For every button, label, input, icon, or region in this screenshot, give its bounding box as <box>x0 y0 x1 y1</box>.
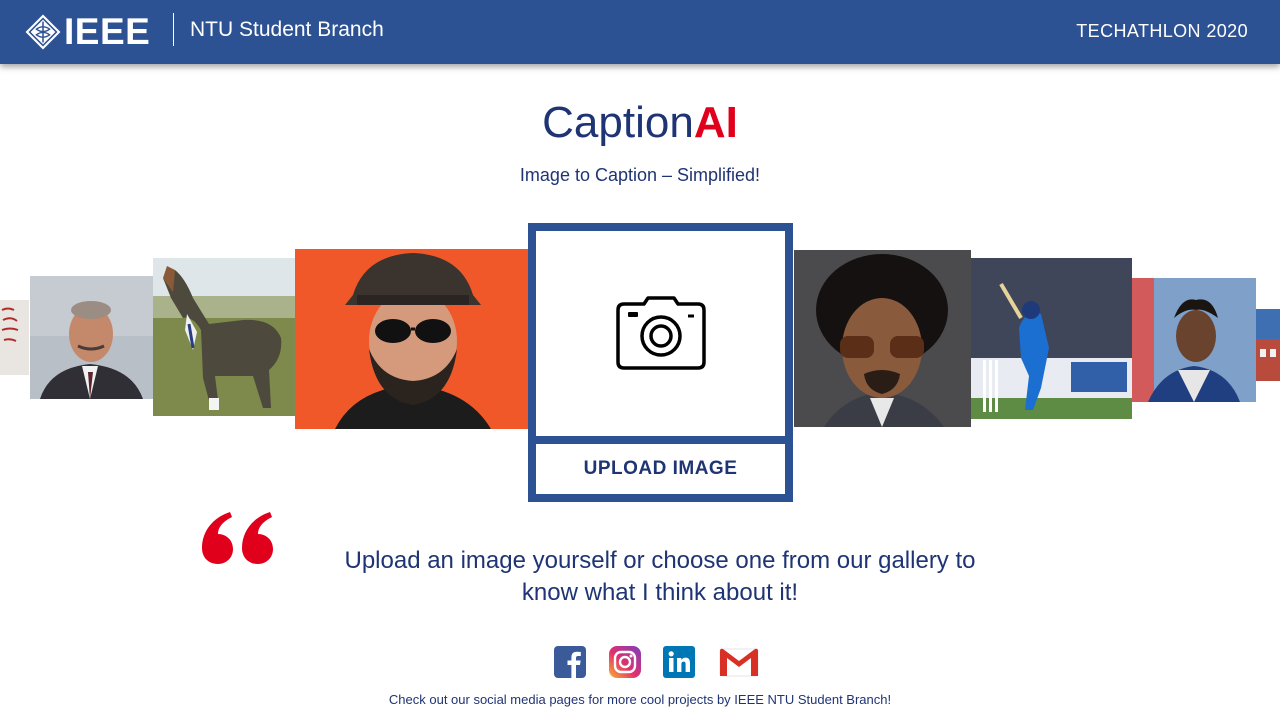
footer-text: Check out our social media pages for mor… <box>388 692 892 707</box>
man-with-afro-sunglasses-photo[interactable] <box>794 250 971 427</box>
tagline-line-1: Upload an image yourself or choose one f… <box>344 547 976 574</box>
title-caption: Caption <box>542 98 694 147</box>
linkedin-icon[interactable] <box>663 646 695 678</box>
page-title: CaptionAI <box>0 98 1280 148</box>
tagline: Upload an image yourself or choose one f… <box>320 545 1000 609</box>
man-in-jacket-portrait[interactable] <box>1132 278 1256 402</box>
facebook-icon[interactable] <box>554 646 586 678</box>
title-ai: AI <box>693 98 738 147</box>
branch-name: NTU Student Branch <box>190 18 384 41</box>
header-bar: IEEE NTU Student Branch TECHATHLON 2020 <box>0 0 1280 64</box>
graffiti-wall-photo[interactable] <box>0 300 29 375</box>
quote-mark-icon <box>202 512 273 564</box>
bearded-man-sunglasses-photo[interactable] <box>295 249 528 429</box>
gmail-icon[interactable] <box>719 646 759 678</box>
instagram-icon[interactable] <box>609 646 641 678</box>
ieee-logo[interactable]: IEEE <box>24 11 151 52</box>
upload-image-button[interactable]: UPLOAD IMAGE <box>536 444 785 494</box>
header-divider <box>173 13 174 46</box>
page-subtitle: Image to Caption – Simplified! <box>519 165 761 185</box>
tagline-line-2: know what I think about it! <box>521 579 799 606</box>
ieee-logo-text: IEEE <box>64 11 151 52</box>
camera-icon <box>615 295 706 370</box>
ieee-diamond-icon <box>25 14 61 50</box>
building-photo[interactable] <box>1256 309 1280 381</box>
upload-panel: UPLOAD IMAGE <box>528 223 793 502</box>
event-name: TECHATHLON 2020 <box>1076 21 1248 41</box>
man-in-suit-portrait[interactable] <box>30 276 153 399</box>
horse-in-suit-photo[interactable] <box>153 258 295 416</box>
cricket-batsman-photo[interactable] <box>971 258 1132 419</box>
upload-drop-area[interactable] <box>536 231 785 436</box>
